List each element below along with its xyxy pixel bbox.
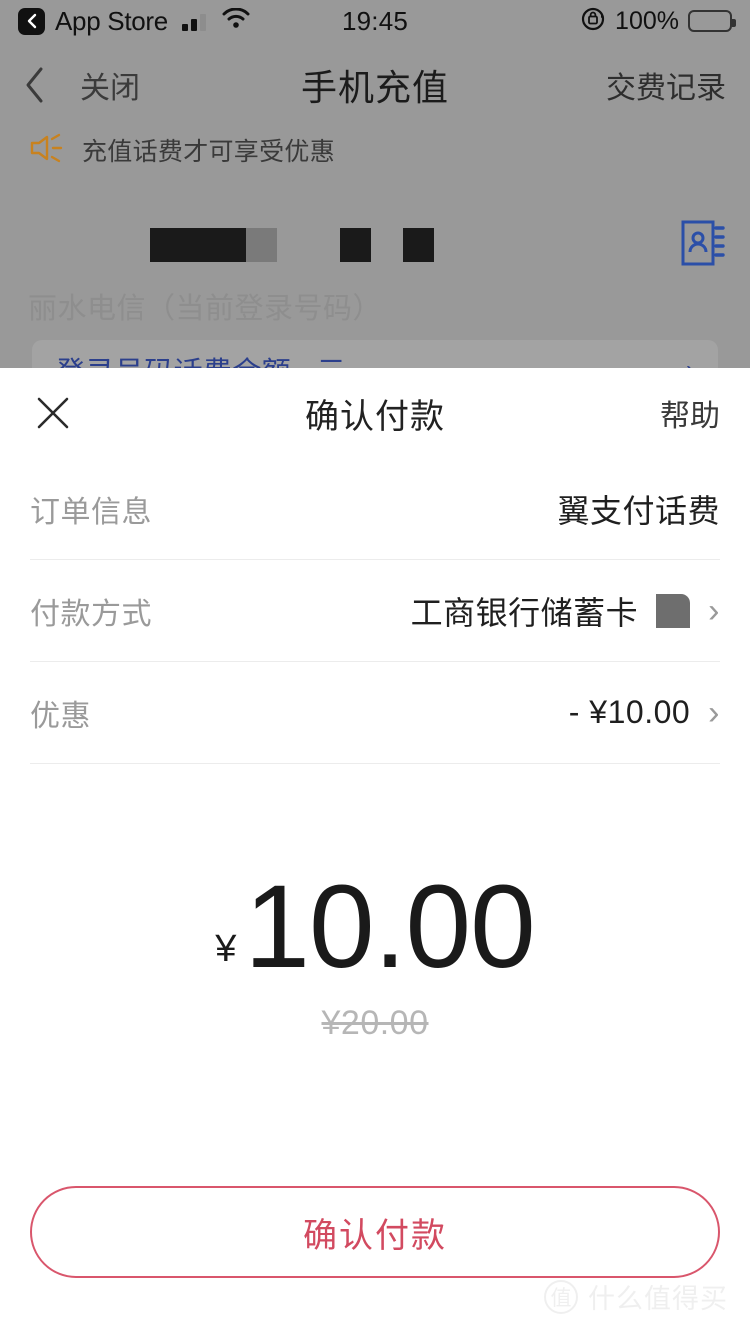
rotation-lock-icon	[580, 6, 606, 37]
row-value: 工商银行储蓄卡 ›	[411, 588, 720, 634]
watermark-text: 什么值得买	[588, 1284, 728, 1314]
contacts-book-icon[interactable]	[680, 218, 726, 273]
nav-bar: 关闭 手机充值 交费记录	[0, 52, 750, 118]
phone-number-redaction-1	[150, 228, 246, 262]
phone-number-redaction-4	[403, 228, 434, 262]
order-info-value: 翼支付话费	[557, 492, 720, 529]
carrier-label: 丽水电信（当前登录号码）	[28, 293, 383, 325]
price-main: ¥ 10.00	[0, 868, 750, 986]
battery-percent-label: 100%	[615, 6, 679, 35]
row-order-info: 订单信息 翼支付话费	[30, 458, 720, 560]
row-label: 优惠	[30, 699, 91, 733]
phone-number-redaction-2	[246, 228, 277, 262]
sheet-title: 确认付款	[305, 397, 445, 436]
phone-number-redaction-3	[340, 228, 371, 262]
chevron-right-icon: ›	[708, 693, 720, 732]
watermark: 值 什么值得买	[544, 1277, 728, 1316]
battery-full-icon	[688, 10, 736, 32]
row-value: 翼支付话费	[557, 486, 720, 532]
chevron-right-icon: ›	[708, 591, 720, 630]
row-discount[interactable]: 优惠 - ¥10.00 ›	[30, 662, 720, 764]
confirm-payment-button[interactable]: 确认付款	[30, 1186, 720, 1278]
bank-card-redaction	[656, 593, 691, 628]
price-amount: 10.00	[244, 861, 535, 993]
discount-value: - ¥10.00	[568, 694, 691, 730]
status-bar: App Store 19:45 100%	[0, 0, 750, 42]
original-price: ¥20.00	[321, 1004, 429, 1042]
price-block: ¥ 10.00 ¥20.00	[0, 868, 750, 1043]
row-label: 付款方式	[30, 597, 152, 631]
help-button[interactable]: 帮助	[660, 391, 720, 435]
confirm-payment-sheet: 确认付款 帮助 订单信息 翼支付话费 付款方式 工商银行储蓄卡 › 优惠 - ¥…	[0, 368, 750, 1334]
payment-method-value: 工商银行储蓄卡	[410, 594, 639, 631]
row-value: - ¥10.00 ›	[569, 694, 720, 731]
watermark-badge: 值	[544, 1279, 578, 1314]
phone-number-row[interactable]	[0, 212, 750, 278]
row-label: 订单信息	[30, 495, 152, 529]
dimmed-backdrop[interactable]: App Store 19:45 100% 关闭 手机充值 交费记录 充值话费才可…	[0, 0, 750, 400]
payment-records-button[interactable]: 交费记录	[606, 63, 726, 107]
promo-notice-bar[interactable]: 充值话费才可享受优惠	[0, 126, 750, 174]
order-info-rows: 订单信息 翼支付话费 付款方式 工商银行储蓄卡 › 优惠 - ¥10.00 ›	[0, 458, 750, 764]
app-screen: App Store 19:45 100% 关闭 手机充值 交费记录 充值话费才可…	[0, 0, 750, 1334]
promo-notice-text: 充值话费才可享受优惠	[82, 138, 336, 166]
megaphone-icon	[28, 132, 64, 169]
sheet-header: 确认付款 帮助	[0, 368, 750, 458]
confirm-button-wrap: 确认付款	[0, 1186, 750, 1278]
status-bar-right: 100%	[580, 6, 736, 37]
row-payment-method[interactable]: 付款方式 工商银行储蓄卡 ›	[30, 560, 720, 662]
currency-symbol: ¥	[215, 928, 237, 970]
